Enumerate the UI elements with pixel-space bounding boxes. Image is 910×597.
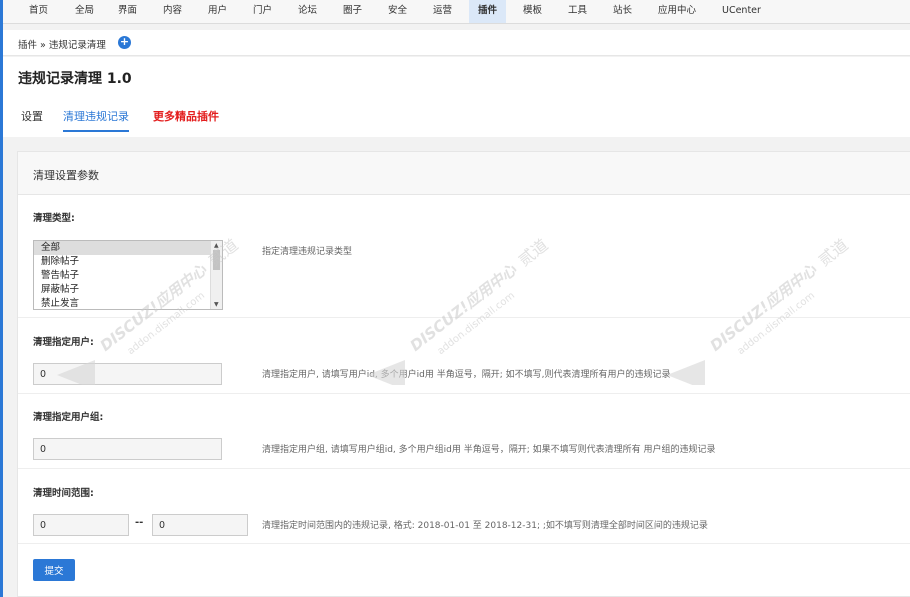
type-label: 清理类型: bbox=[33, 213, 75, 224]
nav-plugins[interactable]: 插件 bbox=[469, 0, 507, 23]
tab-settings[interactable]: 设置 bbox=[21, 108, 43, 124]
time-range-description: 清理指定时间范围内的违规记录, 格式: 2018-01-01 至 2018-12… bbox=[262, 521, 708, 531]
group-id-input[interactable] bbox=[33, 438, 222, 460]
user-id-input[interactable] bbox=[33, 363, 222, 385]
add-shortcut-icon[interactable]: + bbox=[118, 36, 131, 49]
top-nav: 首页 全局 界面 内容 用户 门户 论坛 圈子 安全 运营 插件 模板 工具 站… bbox=[0, 0, 910, 24]
nav-home[interactable]: 首页 bbox=[29, 0, 48, 23]
row-divider bbox=[18, 393, 910, 394]
nav-users[interactable]: 用户 bbox=[208, 0, 227, 23]
scroll-up-icon[interactable]: ▲ bbox=[214, 242, 219, 249]
page-title: 违规记录清理 1.0 bbox=[18, 71, 132, 87]
scroll-down-icon[interactable]: ▼ bbox=[214, 301, 219, 308]
time-from-input[interactable] bbox=[33, 514, 129, 536]
nav-global[interactable]: 全局 bbox=[75, 0, 94, 23]
nav-tools[interactable]: 工具 bbox=[568, 0, 587, 23]
left-accent-strip bbox=[0, 0, 3, 597]
submit-button[interactable]: 提交 bbox=[33, 559, 75, 581]
time-to-input[interactable] bbox=[152, 514, 248, 536]
nav-webmaster[interactable]: 站长 bbox=[613, 0, 632, 23]
group-label: 清理指定用户组: bbox=[33, 412, 104, 423]
scroll-thumb[interactable] bbox=[213, 250, 220, 270]
type-listbox[interactable]: 全部 删除帖子 警告帖子 屏蔽帖子 禁止发言 ▲ ▼ bbox=[33, 240, 223, 310]
nav-templates[interactable]: 模板 bbox=[523, 0, 542, 23]
panel-header: 清理设置参数 bbox=[18, 152, 910, 195]
nav-portal[interactable]: 门户 bbox=[253, 0, 272, 23]
nav-interface[interactable]: 界面 bbox=[118, 0, 137, 23]
nav-operations[interactable]: 运营 bbox=[433, 0, 452, 23]
panel-title: 清理设置参数 bbox=[33, 169, 99, 182]
type-option[interactable]: 全部 bbox=[34, 241, 222, 255]
group-description: 清理指定用户组, 请填写用户组id, 多个用户组id用 半角逗号，隔开; 如果不… bbox=[262, 445, 716, 455]
nav-security[interactable]: 安全 bbox=[388, 0, 407, 23]
tab-clean-records[interactable]: 清理违规记录 bbox=[63, 108, 129, 132]
listbox-scrollbar[interactable]: ▲ ▼ bbox=[210, 241, 222, 309]
range-separator: -- bbox=[135, 517, 144, 528]
row-divider bbox=[18, 543, 910, 544]
type-option[interactable]: 警告帖子 bbox=[34, 269, 222, 283]
page-header: 违规记录清理 1.0 设置 清理违规记录 更多精品插件 bbox=[0, 57, 910, 137]
nav-ucenter[interactable]: UCenter bbox=[722, 0, 761, 23]
user-description: 清理指定用户, 请填写用户id, 多个用户id用 半角逗号，隔开; 如不填写,则… bbox=[262, 370, 671, 380]
breadcrumb: 插件 » 违规记录清理 + bbox=[0, 30, 910, 56]
type-option[interactable]: 屏蔽帖子 bbox=[34, 283, 222, 297]
time-range-label: 清理时间范围: bbox=[33, 488, 94, 499]
user-label: 清理指定用户: bbox=[33, 337, 94, 348]
nav-app-center[interactable]: 应用中心 bbox=[658, 0, 696, 23]
type-option[interactable]: 禁止发言 bbox=[34, 297, 222, 309]
tab-more-plugins[interactable]: 更多精品插件 bbox=[153, 108, 219, 124]
row-divider bbox=[18, 317, 910, 318]
nav-content[interactable]: 内容 bbox=[163, 0, 182, 23]
type-option[interactable]: 删除帖子 bbox=[34, 255, 222, 269]
row-divider bbox=[18, 468, 910, 469]
nav-forum[interactable]: 论坛 bbox=[298, 0, 317, 23]
nav-circle[interactable]: 圈子 bbox=[343, 0, 362, 23]
settings-panel: 清理设置参数 清理类型: 全部 删除帖子 警告帖子 屏蔽帖子 禁止发言 ▲ ▼ … bbox=[17, 151, 910, 597]
breadcrumb-text[interactable]: 插件 » 违规记录清理 bbox=[18, 37, 106, 51]
type-description: 指定清理违规记录类型 bbox=[262, 247, 353, 257]
